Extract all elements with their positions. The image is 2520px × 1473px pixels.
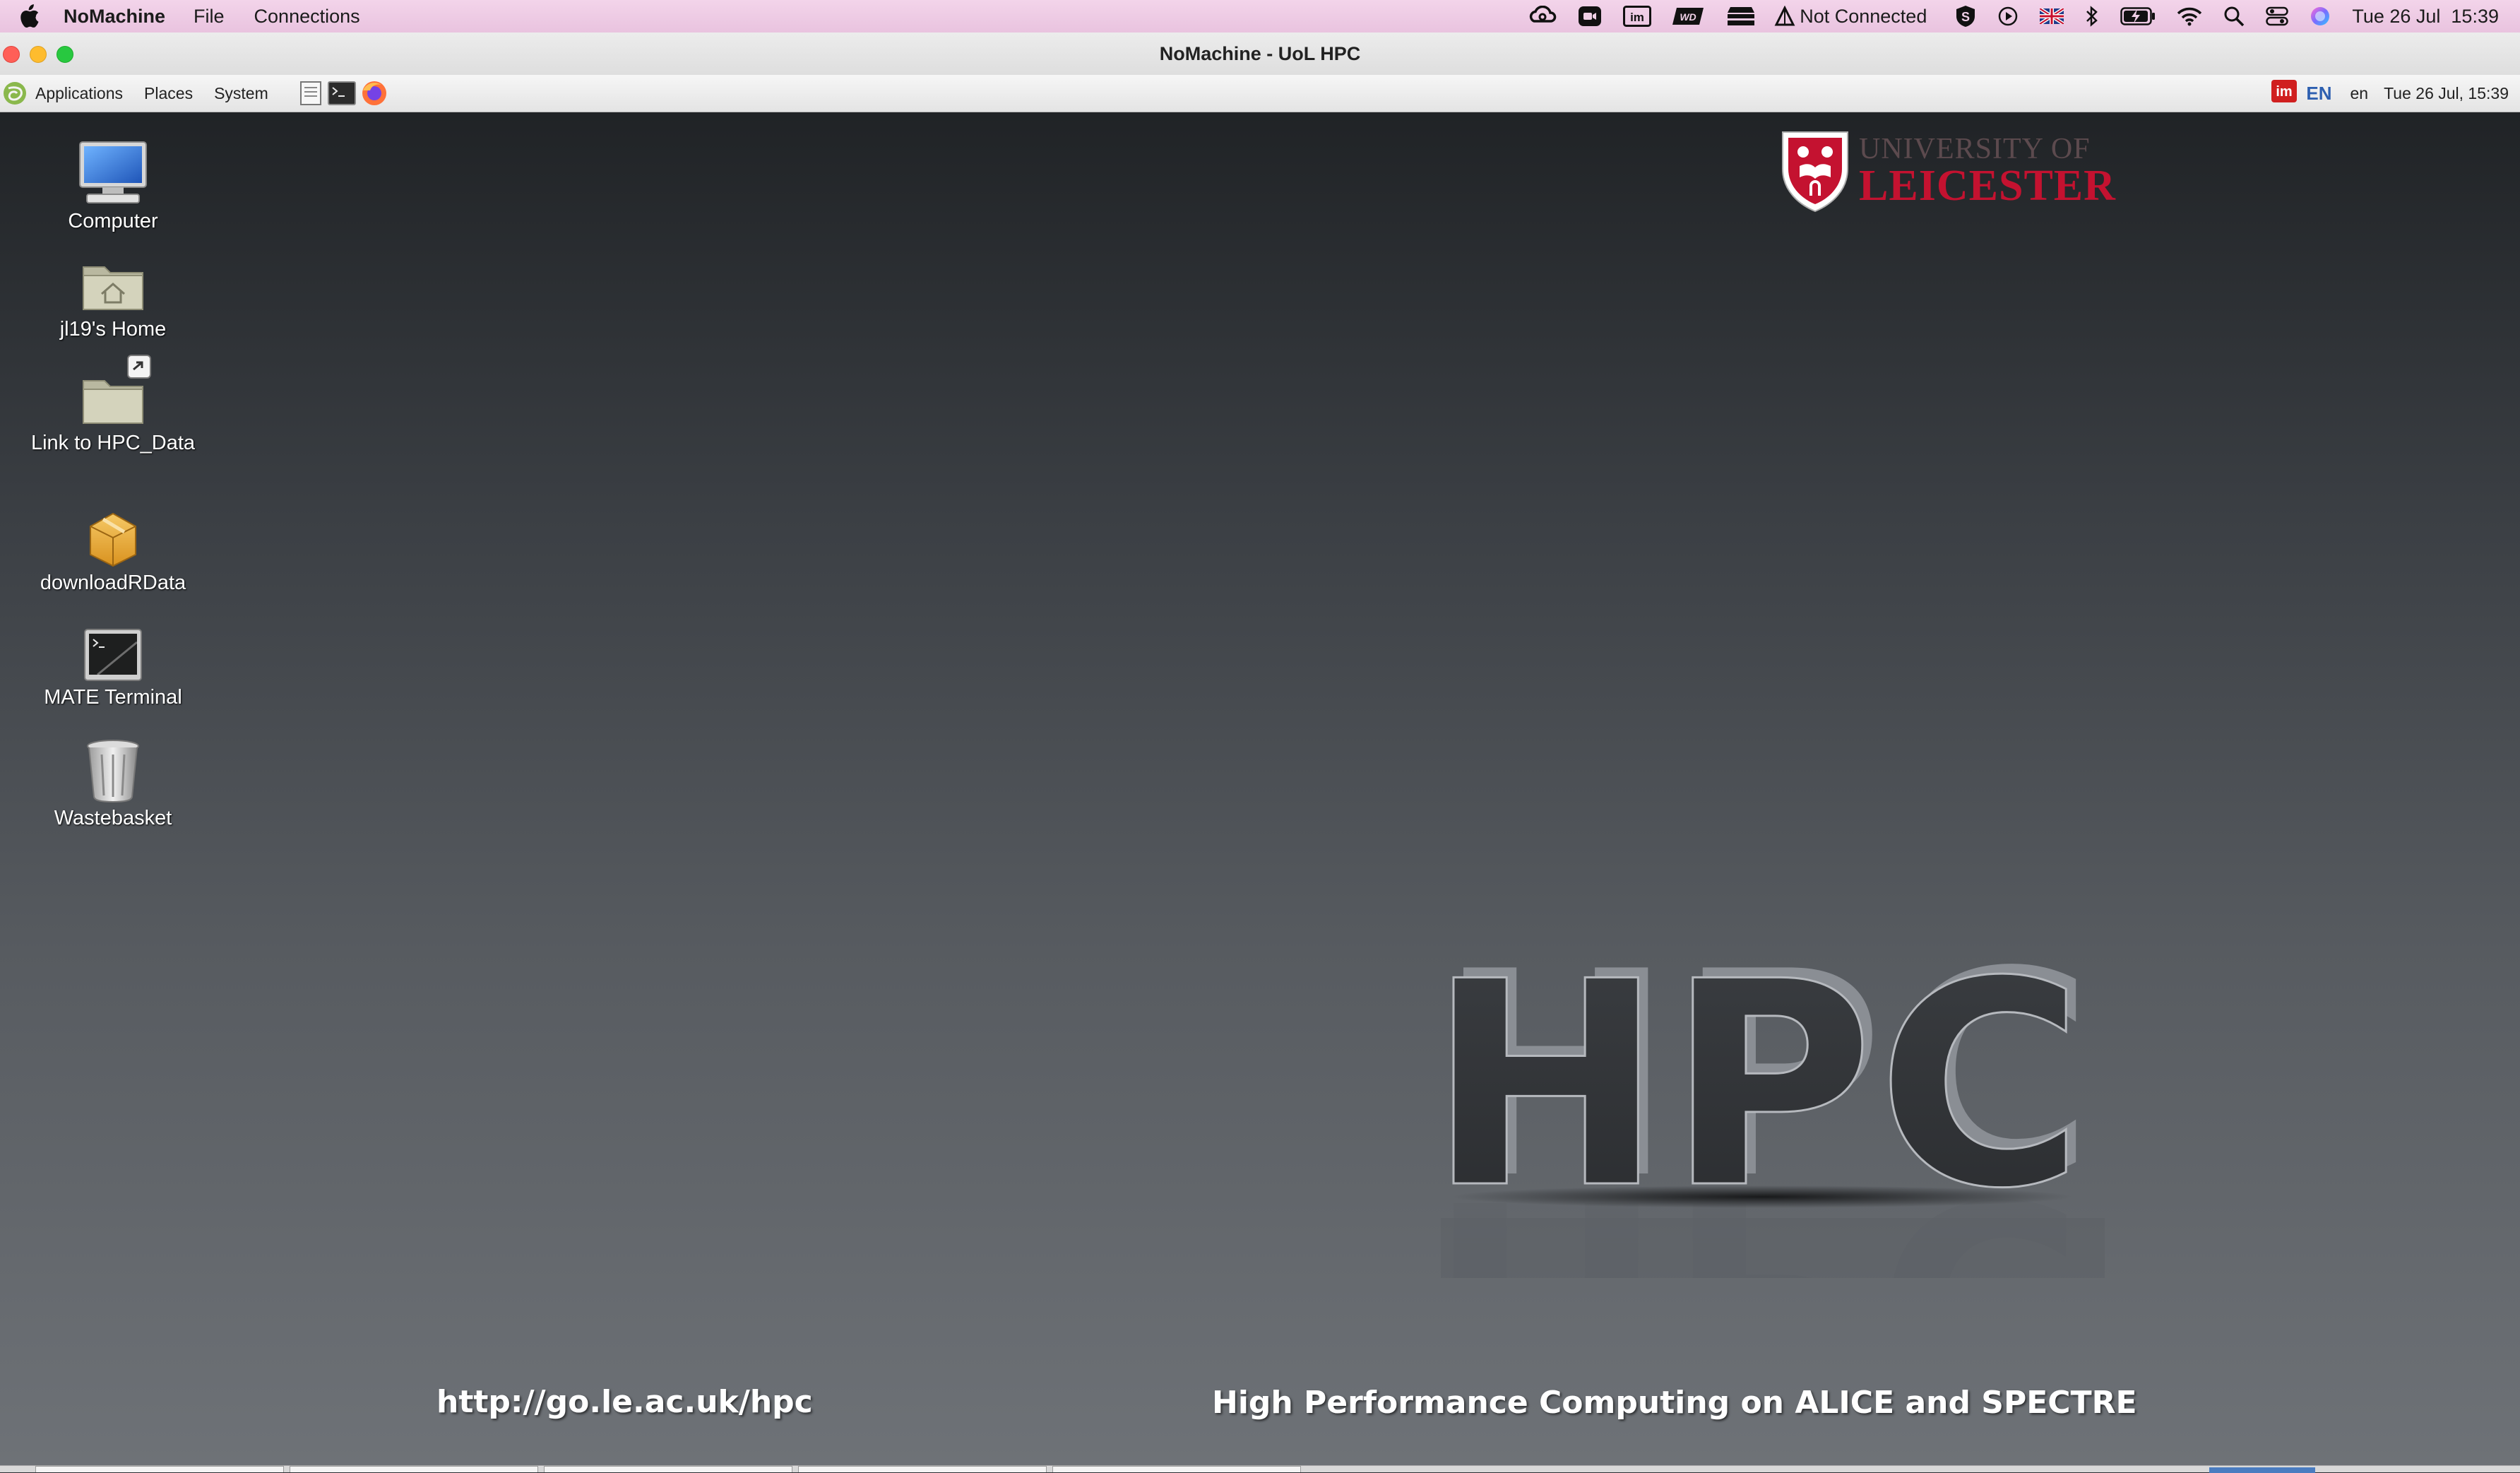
zoom-window-button[interactable] <box>57 46 73 63</box>
connection-status-text[interactable]: Not Connected <box>1800 0 1927 32</box>
leicester-shield-icon <box>1782 131 1848 213</box>
hpc-url-text: http://go.le.ac.uk/hpc <box>436 1384 813 1420</box>
desktop-icon-label: Wastebasket <box>54 807 172 829</box>
taskbar-button[interactable] <box>290 1466 538 1472</box>
computer-icon <box>79 141 147 203</box>
uk-flag-icon[interactable] <box>2040 0 2064 32</box>
app-menu-nomachine[interactable]: NoMachine <box>64 6 165 28</box>
desktop-icon-label: downloadRData <box>40 572 186 594</box>
wifi-icon[interactable] <box>2177 0 2202 32</box>
firefox-launcher-icon[interactable] <box>360 79 388 107</box>
text-editor-launcher-icon[interactable] <box>298 81 323 106</box>
menu-file[interactable]: File <box>194 6 225 28</box>
apple-icon[interactable] <box>16 3 42 30</box>
taskbar-button[interactable] <box>35 1466 284 1472</box>
logo-text-line2: LEICESTER <box>1859 162 2116 210</box>
trash-icon <box>87 740 139 803</box>
svg-text:WD: WD <box>1680 11 1696 23</box>
desktop-icon-label: Computer <box>68 210 158 232</box>
svg-text:S: S <box>1961 10 1970 24</box>
battery-icon[interactable] <box>2120 0 2156 32</box>
university-logo: UNIVERSITY OF LEICESTER <box>1780 129 2116 213</box>
panel-menu-applications[interactable]: Applications <box>35 84 123 103</box>
desktop-icon-mate-terminal[interactable]: MATE Terminal <box>7 628 219 709</box>
play-circle-icon[interactable] <box>1997 0 2019 32</box>
menubar-status-area: im WD Not Connected S Tue 26 Jul 15:39 <box>1507 0 2499 32</box>
mac-menubar: NoMachine File Connections im WD Not Con… <box>0 0 2520 32</box>
minimize-window-button[interactable] <box>30 46 47 63</box>
spotlight-search-icon[interactable] <box>2223 0 2245 32</box>
menu-connections[interactable]: Connections <box>254 6 360 28</box>
svg-text:im: im <box>1630 11 1644 24</box>
hpc-logo-graphic: HPC HPC HPC <box>1441 946 2105 1278</box>
control-center-icon[interactable] <box>2266 0 2289 32</box>
mate-logo-icon[interactable] <box>1 80 28 107</box>
desktop: Computer jl19's Home Link to HPC_Data do… <box>0 112 2520 1465</box>
video-camera-icon[interactable] <box>1578 0 1602 32</box>
bluetooth-icon[interactable] <box>2085 0 2099 32</box>
panel-menu-system[interactable]: System <box>214 84 268 103</box>
window-title: NoMachine - UoL HPC <box>1159 42 1361 64</box>
im-indicator-icon[interactable]: im <box>2271 79 2298 107</box>
mate-top-panel: Applications Places System im EN en Tue … <box>0 75 2520 112</box>
terminal-icon <box>84 629 142 681</box>
logo-text-line1: UNIVERSITY OF <box>1859 133 2091 165</box>
desktop-icon-label: jl19's Home <box>59 318 167 341</box>
wd-drive-icon[interactable]: WD <box>1672 0 1705 32</box>
close-window-button[interactable] <box>3 46 20 63</box>
package-icon <box>90 512 136 567</box>
window-titlebar: NoMachine - UoL HPC <box>0 32 2520 76</box>
desktop-icon-home[interactable]: jl19's Home <box>7 257 219 341</box>
panel-right-area: im EN en Tue 26 Jul, 15:39 <box>2271 75 2509 112</box>
siri-icon[interactable] <box>2310 0 2331 32</box>
desktop-icon-wastebasket[interactable]: Wastebasket <box>7 738 219 830</box>
desktop-icon-label: Link to HPC_Data <box>30 432 196 454</box>
locale-indicator[interactable]: en <box>2350 84 2369 103</box>
desktop-icon-label: MATE Terminal <box>44 686 182 709</box>
taskbar-button[interactable] <box>544 1466 792 1472</box>
keyboard-layout-indicator[interactable]: EN <box>2306 83 2331 105</box>
desktop-icon-computer[interactable]: Computer <box>7 141 219 233</box>
im-icon[interactable]: im <box>1623 0 1652 32</box>
hpc-tagline-text: High Performance Computing on ALICE and … <box>1212 1385 2137 1421</box>
menubar-clock[interactable]: Tue 26 Jul 15:39 <box>2352 0 2499 32</box>
panel-menu-places[interactable]: Places <box>144 84 193 103</box>
network-status-icon[interactable] <box>1774 0 1795 32</box>
terminal-launcher-icon[interactable] <box>327 81 356 106</box>
bottom-taskbar <box>0 1465 2520 1473</box>
desktop-icon-hpc-data-link[interactable]: Link to HPC_Data <box>7 354 219 455</box>
stack-icon[interactable] <box>1726 0 1756 32</box>
panel-clock[interactable]: Tue 26 Jul, 15:39 <box>2384 84 2509 103</box>
taskbar-button[interactable] <box>798 1466 1047 1472</box>
s-shield-icon[interactable]: S <box>1955 0 1976 32</box>
svg-text:im: im <box>2276 84 2293 100</box>
desktop-icon-downloadrdata[interactable]: downloadRData <box>7 509 219 595</box>
folder-link-icon <box>83 355 151 424</box>
creative-cloud-icon[interactable] <box>1528 0 1557 32</box>
home-folder-icon <box>83 266 143 310</box>
taskbar-button[interactable] <box>1052 1466 1301 1472</box>
